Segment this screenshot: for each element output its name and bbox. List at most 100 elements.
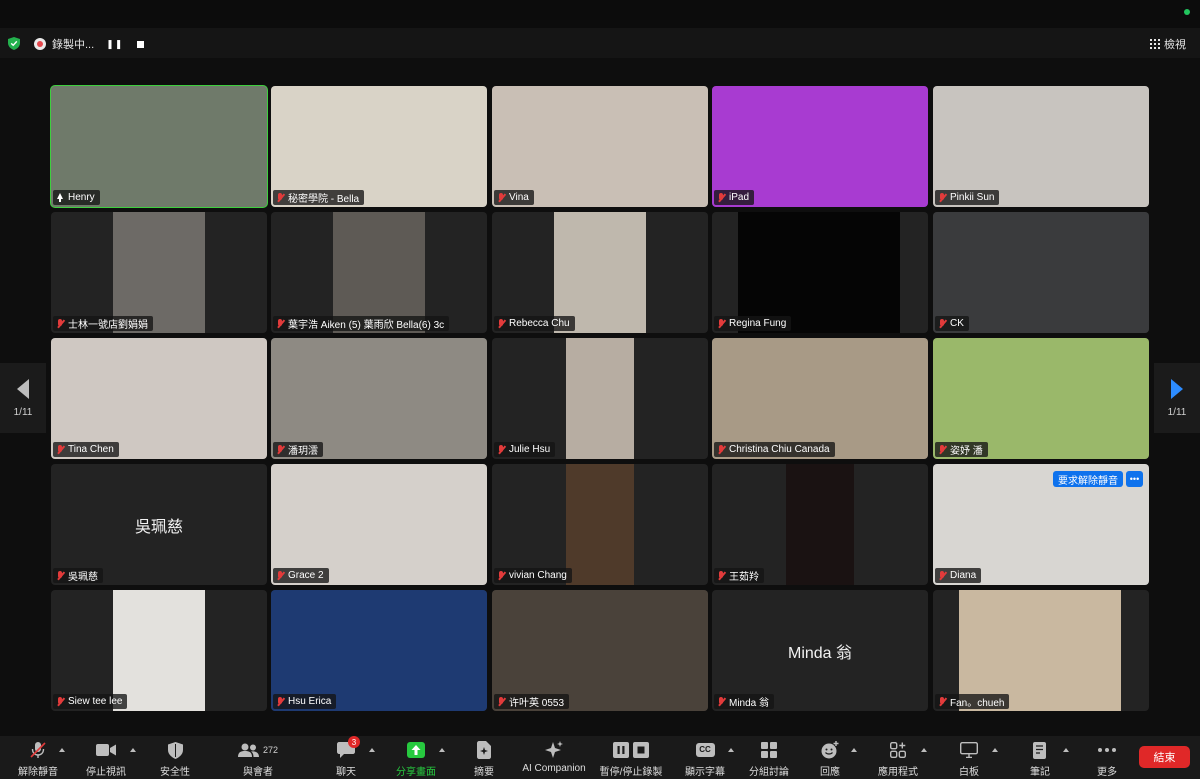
participant-name: Christina Chiu Canada <box>729 444 830 455</box>
share-screen-icon <box>407 742 425 758</box>
participant-name: iPad <box>729 192 750 203</box>
apps-icon <box>890 742 906 758</box>
end-meeting-button[interactable]: 結束 <box>1139 746 1190 768</box>
participant-tile[interactable]: Vina <box>492 86 708 207</box>
participant-tile[interactable]: Siew tee lee <box>51 590 267 711</box>
mic-muted-icon <box>276 318 284 329</box>
meeting-top-bar: 錄製中... ❚❚ 檢視 <box>0 28 1200 58</box>
unmute-label: 解除靜音 <box>18 767 58 778</box>
chevron-up-icon[interactable] <box>59 748 65 752</box>
apps-button[interactable]: 應用程式 <box>860 740 936 778</box>
video-feed <box>492 590 708 711</box>
mic-muted-icon <box>56 570 64 581</box>
participant-nametag: Siew tee lee <box>53 694 128 709</box>
mic-muted-icon <box>497 192 505 203</box>
participant-tile[interactable]: 许叶英 0553 <box>492 590 708 711</box>
participant-tile[interactable]: Henry <box>50 85 268 208</box>
participant-tile[interactable]: Fan。chueh <box>933 590 1149 711</box>
participants-button[interactable]: 272 與會者 <box>220 740 296 778</box>
reactions-button[interactable]: 回應 <box>792 740 868 778</box>
participant-tile[interactable]: 王茹羚 <box>712 464 928 585</box>
participant-nametag: Grace 2 <box>273 568 329 583</box>
participant-tile[interactable]: 姿妤 潘 <box>933 338 1149 459</box>
chat-unread-badge: 3 <box>348 736 360 748</box>
participant-tile[interactable]: 吳珮慈 吳珮慈 <box>51 464 267 585</box>
recording-label: 錄製中... <box>52 39 95 51</box>
video-feed <box>712 338 928 459</box>
stop-video-button[interactable]: 停止視訊 <box>68 740 144 778</box>
participants-label: 與會者 <box>243 767 273 778</box>
participant-tile[interactable]: iPad <box>712 86 928 207</box>
mic-muted-icon <box>717 696 725 707</box>
chat-label: 聊天 <box>336 767 356 778</box>
participant-tile[interactable]: Rebecca Chu <box>492 212 708 333</box>
participant-tile[interactable]: vivian Chang <box>492 464 708 585</box>
tile-more-button[interactable]: ••• <box>1126 471 1143 487</box>
participant-tile[interactable]: 葉宇浩 Aiken (5) 葉雨欣 Bella(6) 3c <box>271 212 487 333</box>
video-feed <box>271 590 487 711</box>
chevron-up-icon[interactable] <box>369 748 375 752</box>
grid-view-icon <box>1150 39 1160 49</box>
participant-tile[interactable]: 秘密學院 - Bella <box>271 86 487 207</box>
summary-button[interactable]: 摘要 <box>446 740 522 778</box>
participant-tile[interactable]: 潘玥澐 <box>271 338 487 459</box>
record-label: 暫停/停止錄製 <box>599 767 663 778</box>
participant-tile[interactable]: Julie Hsu <box>492 338 708 459</box>
stop-recording-icon[interactable] <box>137 40 145 48</box>
participant-tile[interactable]: Christina Chiu Canada <box>712 338 928 459</box>
participant-nametag: Rebecca Chu <box>494 316 575 331</box>
participant-nametag: 姿妤 潘 <box>935 442 988 457</box>
ask-to-unmute-button[interactable]: 要求解除靜音 <box>1053 471 1123 487</box>
participant-name: 秘密學院 - Bella <box>288 194 360 205</box>
participant-nametag: Vina <box>494 190 534 205</box>
next-page-button[interactable]: 1/11 <box>1154 363 1200 433</box>
participant-tile[interactable]: Pinkii Sun <box>933 86 1149 207</box>
view-button[interactable]: 檢視 <box>1150 36 1186 52</box>
participant-tile[interactable]: 士林一號店劉娟娟 <box>51 212 267 333</box>
chevron-up-icon[interactable] <box>851 748 857 752</box>
participant-name: 葉宇浩 Aiken (5) 葉雨欣 Bella(6) 3c <box>288 320 445 331</box>
shield-check-icon[interactable] <box>8 37 20 50</box>
participant-tile[interactable]: Grace 2 <box>271 464 487 585</box>
mic-muted-icon <box>717 444 725 455</box>
unmute-button[interactable]: 解除靜音 <box>0 740 76 778</box>
previous-page-button[interactable]: 1/11 <box>0 363 46 433</box>
ai-companion-button[interactable]: AI Companion <box>516 740 592 774</box>
summary-icon <box>477 741 491 759</box>
chevron-up-icon[interactable] <box>439 748 445 752</box>
participant-name: vivian Chang <box>509 570 567 581</box>
chevron-up-icon[interactable] <box>921 748 927 752</box>
participant-display-name: Minda 翁 <box>787 644 853 662</box>
chevron-up-icon[interactable] <box>992 748 998 752</box>
participant-nametag: Minda 翁 <box>714 694 775 709</box>
mic-muted-icon <box>938 696 946 707</box>
participant-nametag: Julie Hsu <box>494 442 556 457</box>
participant-tile[interactable]: Hsu Erica <box>271 590 487 711</box>
security-button[interactable]: 安全性 <box>137 740 213 778</box>
participant-tile[interactable]: Tina Chen <box>51 338 267 459</box>
page-indicator-left: 1/11 <box>13 406 33 418</box>
participant-nametag: Christina Chiu Canada <box>714 442 835 457</box>
more-button[interactable]: 更多 <box>1069 740 1145 778</box>
video-feed <box>933 86 1149 207</box>
chevron-up-icon[interactable] <box>130 748 136 752</box>
mic-muted-icon <box>30 742 46 758</box>
participants-icon <box>237 743 259 757</box>
notes-button[interactable]: 筆記 <box>1002 740 1078 778</box>
spotlight-icon <box>56 193 64 202</box>
participant-tile[interactable]: 要求解除靜音 ••• Diana <box>933 464 1149 585</box>
participant-tile[interactable]: Regina Fung <box>712 212 928 333</box>
participant-tile[interactable]: Minda 翁 Minda 翁 <box>712 590 928 711</box>
captions-label: 顯示字幕 <box>685 767 725 778</box>
share-screen-button[interactable]: 分享畫面 <box>378 740 454 778</box>
participant-tile[interactable]: CK <box>933 212 1149 333</box>
participant-name: Tina Chen <box>68 444 114 455</box>
chat-button[interactable]: 3 聊天 <box>308 736 384 778</box>
participant-name: Diana <box>950 570 977 581</box>
pause-stop-recording-button[interactable]: 暫停/停止錄製 <box>593 740 669 778</box>
recording-indicator[interactable]: 錄製中... ❚❚ <box>34 36 145 52</box>
whiteboard-button[interactable]: 白板 <box>931 740 1007 778</box>
mic-muted-icon <box>938 444 946 455</box>
participant-name: Henry <box>68 192 95 203</box>
pause-recording-icon[interactable]: ❚❚ <box>106 39 123 50</box>
